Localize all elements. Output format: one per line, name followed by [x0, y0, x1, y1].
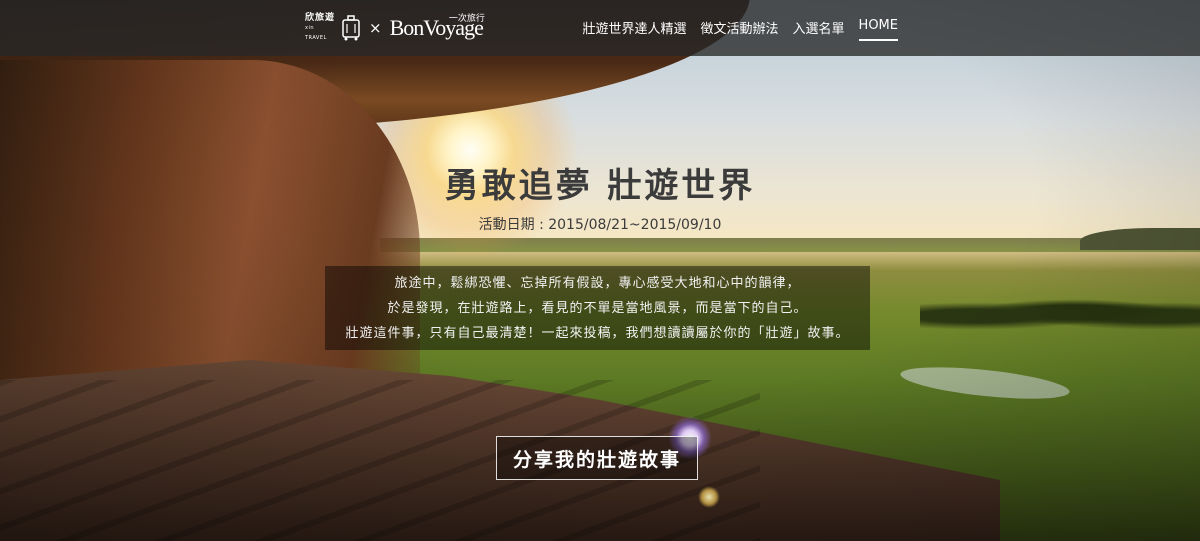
- nav-item-featured[interactable]: 壯遊世界達人精選: [583, 18, 687, 41]
- bonvoyage-cn: 一次旅行: [448, 14, 485, 24]
- xin-travel-en: xin TRAVEL: [305, 25, 327, 41]
- nav-item-rules[interactable]: 徵文活動辦法: [701, 18, 779, 41]
- suitcase-icon: [342, 15, 360, 41]
- share-story-button[interactable]: 分享我的壯遊故事: [496, 436, 698, 480]
- event-date: 活動日期 : 2015/08/21~2015/09/10: [478, 217, 722, 233]
- hero-title: 勇敢追夢 壯遊世界: [444, 166, 756, 206]
- brand-logo[interactable]: 欣旅遊 xin TRAVEL × BonVoyage 一次旅行: [305, 8, 485, 48]
- description-line: 於是發現，在壯遊路上，看見的不單是當地風景，而是當下的自己。: [387, 300, 808, 316]
- main-nav: 壯遊世界達人精選 徵文活動辦法 入選名單 HOME: [583, 18, 898, 41]
- xin-travel-cn: 欣旅遊: [305, 13, 336, 23]
- xin-travel-logo: 欣旅遊 xin TRAVEL: [305, 13, 335, 43]
- top-navbar: 欣旅遊 xin TRAVEL × BonVoyage 一次旅行 壯遊世界達人精選…: [0, 0, 1200, 56]
- nav-item-home[interactable]: HOME: [858, 18, 898, 41]
- description-line: 旅途中，鬆綁恐懼、忘掉所有假設，專心感受大地和心中的韻律，: [394, 275, 801, 291]
- description-box: 旅途中，鬆綁恐懼、忘掉所有假設，專心感受大地和心中的韻律， 於是發現，在壯遊路上…: [325, 266, 870, 350]
- description-line: 壯遊這件事，只有自己最清楚！一起來投稿，我們想讀讀屬於你的「壯遊」故事。: [345, 325, 850, 341]
- bonvoyage-logo: BonVoyage 一次旅行: [390, 14, 485, 41]
- nav-item-winners[interactable]: 入選名單: [793, 18, 845, 41]
- times-icon: ×: [369, 19, 382, 37]
